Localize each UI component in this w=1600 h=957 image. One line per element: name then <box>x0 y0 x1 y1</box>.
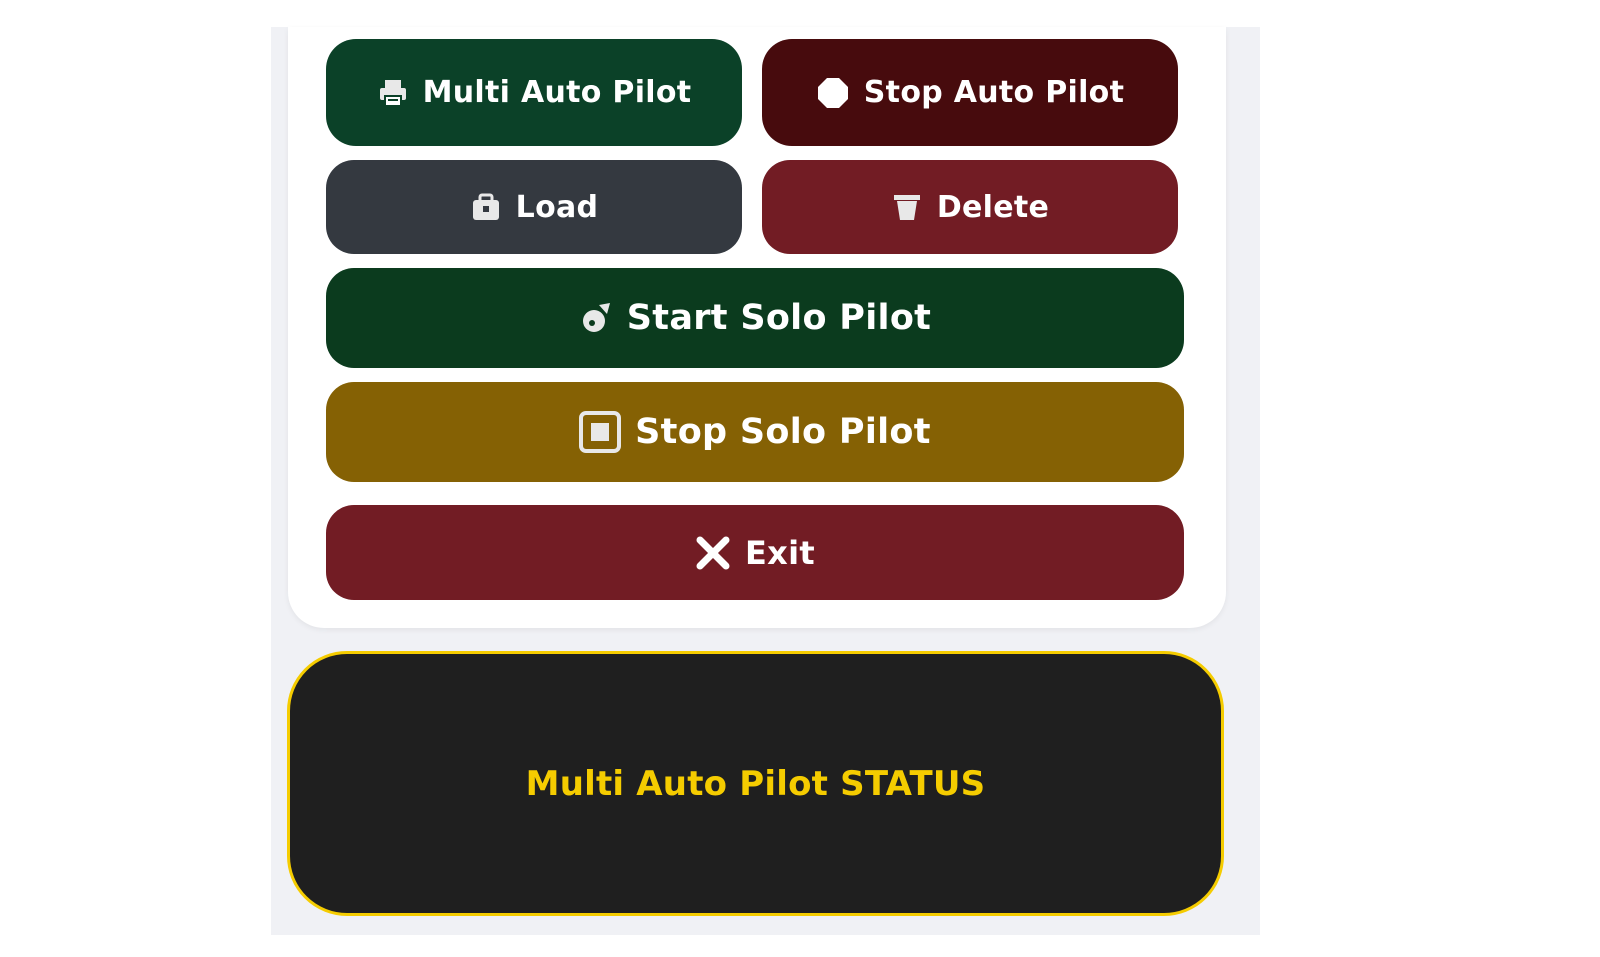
stop-circle-icon <box>816 76 850 110</box>
stop-auto-pilot-button[interactable]: Stop Auto Pilot <box>762 39 1178 146</box>
status-panel: Multi Auto Pilot STATUS <box>287 651 1224 916</box>
trash-icon <box>891 191 923 223</box>
exit-label: Exit <box>745 533 815 572</box>
multi-auto-pilot-label: Multi Auto Pilot <box>422 75 692 110</box>
load-label: Load <box>515 189 599 225</box>
delete-label: Delete <box>936 189 1050 225</box>
exit-button[interactable]: Exit <box>326 505 1184 600</box>
printer-icon <box>377 77 409 109</box>
stop-solo-pilot-label: Stop Solo Pilot <box>635 412 931 452</box>
stop-solo-pilot-button[interactable]: Stop Solo Pilot <box>326 382 1184 482</box>
delete-button[interactable]: Delete <box>762 160 1178 254</box>
multi-auto-pilot-button[interactable]: Multi Auto Pilot <box>326 39 742 146</box>
start-solo-pilot-button[interactable]: Start Solo Pilot <box>326 268 1184 368</box>
rocket-icon <box>579 301 613 335</box>
folder-open-icon <box>470 191 502 223</box>
close-icon <box>695 535 731 571</box>
load-button[interactable]: Load <box>326 160 742 254</box>
stop-square-icon <box>579 411 622 453</box>
status-text: Multi Auto Pilot STATUS <box>525 763 986 804</box>
stop-auto-pilot-label: Stop Auto Pilot <box>863 75 1125 110</box>
start-solo-pilot-label: Start Solo Pilot <box>626 298 932 338</box>
